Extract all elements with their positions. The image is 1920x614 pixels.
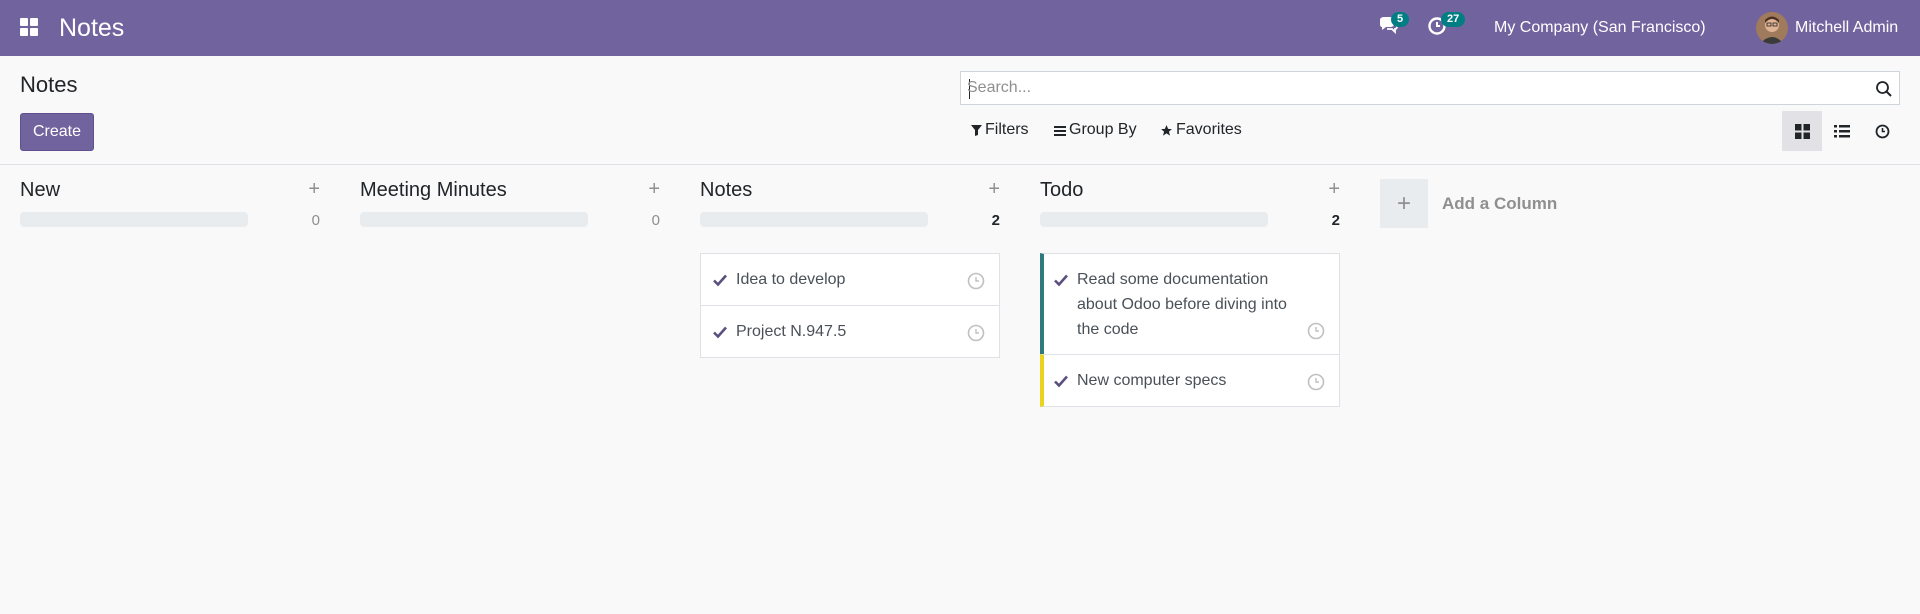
company-switcher[interactable]: My Company (San Francisco)	[1494, 18, 1706, 38]
column-title[interactable]: Meeting Minutes	[360, 178, 507, 202]
activity-view-button[interactable]	[1862, 111, 1902, 151]
clock-icon	[1875, 124, 1889, 138]
kanban-card[interactable]: Project N.947.5	[700, 305, 1000, 358]
card-title: Project N.947.5	[736, 323, 847, 340]
activity-clock-icon[interactable]	[967, 272, 985, 290]
list-view-button[interactable]	[1822, 111, 1862, 151]
card-title: Idea to develop	[736, 271, 846, 288]
view-switcher	[1782, 111, 1902, 151]
control-panel: Notes Create Filters Group By Favorites	[0, 56, 1920, 165]
activities-badge: 27	[1441, 12, 1466, 27]
favorites-label: Favorites	[1176, 121, 1242, 138]
user-menu[interactable]: Mitchell Admin	[1795, 18, 1898, 38]
column-title[interactable]: New	[20, 178, 60, 202]
favorites-button[interactable]: Favorites	[1160, 120, 1242, 140]
column-count: 0	[651, 212, 660, 229]
add-column-button[interactable]: + Add a Column	[1380, 179, 1557, 228]
search-bar[interactable]	[960, 71, 1900, 105]
messages-badge: 5	[1391, 12, 1410, 27]
card-title: Read some documentation about Odoo befor…	[1077, 271, 1287, 338]
kanban-card[interactable]: Read some documentation about Odoo befor…	[1040, 253, 1340, 355]
add-column-label[interactable]: Add a Column	[1442, 194, 1557, 214]
filters-button[interactable]: Filters	[971, 120, 1029, 140]
activities-button[interactable]: 27	[1427, 12, 1466, 39]
search-input[interactable]	[967, 76, 1857, 100]
check-icon[interactable]	[1054, 273, 1068, 287]
filter-icon	[971, 125, 982, 136]
group-by-button[interactable]: Group By	[1054, 120, 1137, 140]
column-quick-create-icon[interactable]: +	[648, 178, 660, 200]
list-icon	[1834, 124, 1850, 137]
page-title: Notes	[20, 72, 78, 97]
top-navbar: Notes 5 27 My Company (San Francisco) Mi…	[0, 0, 1920, 56]
card-title: New computer specs	[1077, 372, 1227, 389]
activity-clock-icon[interactable]	[967, 324, 985, 342]
column-count: 0	[311, 212, 320, 229]
column-count: 2	[991, 212, 1000, 229]
kanban-icon	[1794, 123, 1810, 139]
apps-menu-icon[interactable]	[20, 18, 40, 38]
kanban-card[interactable]: New computer specs	[1040, 354, 1340, 407]
column-title[interactable]: Todo	[1040, 178, 1083, 202]
kanban-view-button[interactable]	[1782, 111, 1822, 151]
filters-label: Filters	[985, 121, 1029, 138]
bars-icon	[1054, 125, 1066, 136]
user-avatar[interactable]	[1756, 12, 1788, 44]
column-progress-bar[interactable]	[20, 212, 248, 227]
check-icon[interactable]	[1054, 374, 1068, 388]
plus-icon[interactable]: +	[1380, 179, 1428, 228]
kanban-card[interactable]: Idea to develop	[700, 253, 1000, 306]
group-by-label: Group By	[1069, 121, 1137, 138]
column-quick-create-icon[interactable]: +	[308, 178, 320, 200]
column-progress-bar[interactable]	[360, 212, 588, 227]
app-title[interactable]: Notes	[59, 13, 124, 43]
column-progress-bar[interactable]	[1040, 212, 1268, 227]
search-icon[interactable]	[1875, 80, 1893, 98]
check-icon[interactable]	[713, 325, 727, 339]
create-button[interactable]: Create	[20, 113, 94, 151]
column-progress-bar[interactable]	[700, 212, 928, 227]
check-icon[interactable]	[713, 273, 727, 287]
column-quick-create-icon[interactable]: +	[988, 178, 1000, 200]
activity-clock-icon[interactable]	[1307, 373, 1325, 391]
column-quick-create-icon[interactable]: +	[1328, 178, 1340, 200]
column-count: 2	[1331, 212, 1340, 229]
column-title[interactable]: Notes	[700, 178, 752, 202]
star-icon	[1161, 124, 1172, 136]
messages-button[interactable]: 5	[1377, 12, 1410, 39]
activity-clock-icon[interactable]	[1307, 322, 1325, 340]
